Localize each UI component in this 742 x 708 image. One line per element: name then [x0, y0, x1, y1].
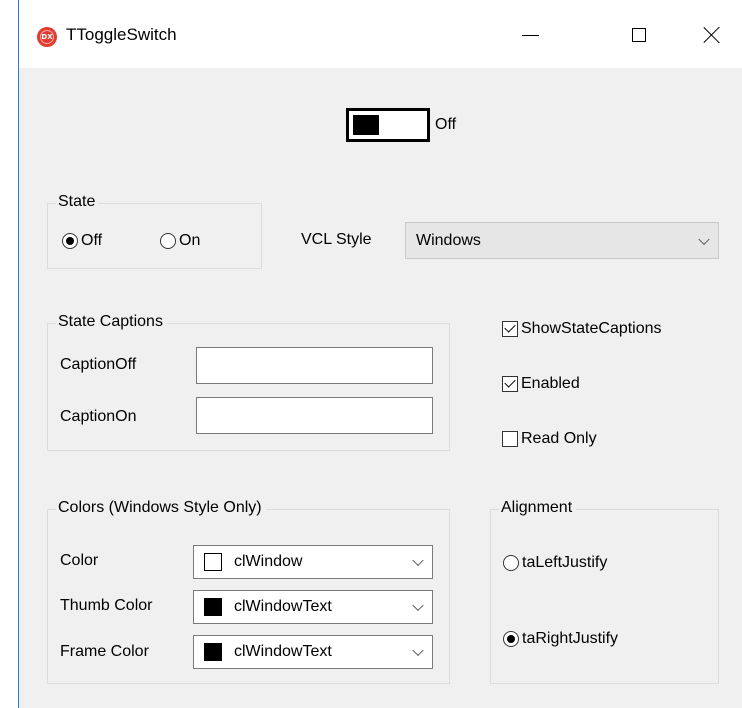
thumb-color-label: Thumb Color — [60, 597, 153, 614]
app-logo-icon[interactable]: DX — [37, 27, 57, 47]
vcl-style-value: Windows — [416, 231, 481, 249]
maximize-button[interactable] — [616, 18, 662, 52]
caption-off-label: CaptionOff — [60, 356, 137, 373]
state-captions-title: State Captions — [56, 313, 167, 331]
vcl-style-select[interactable]: Windows — [405, 222, 719, 259]
state-on-label: On — [179, 232, 201, 249]
caption-on-input[interactable] — [196, 397, 433, 434]
checkbox-checked-icon — [502, 376, 518, 392]
minimize-icon — [521, 34, 539, 36]
frame-color-select[interactable]: clWindowText — [193, 635, 433, 669]
read-only-checkbox[interactable]: Read Only — [502, 430, 597, 448]
frame-color-label: Frame Color — [60, 643, 149, 660]
thumb-color-select[interactable]: clWindowText — [193, 590, 433, 624]
show-state-captions-checkbox[interactable]: ShowStateCaptions — [502, 320, 662, 338]
app-logo-text: DX — [41, 33, 53, 41]
color-swatch — [204, 553, 222, 571]
align-left-label: taLeftJustify — [522, 554, 608, 571]
state-group-title: State — [56, 193, 100, 211]
colors-group: Colors (Windows Style Only) Color clWind… — [47, 499, 450, 684]
caption-on-label: CaptionOn — [60, 408, 137, 425]
state-off-radio[interactable]: Off — [62, 232, 102, 250]
title-bar[interactable]: DX TToggleSwitch — [19, 0, 742, 68]
toggle-switch[interactable] — [346, 108, 430, 142]
frame-color-value: clWindowText — [234, 643, 332, 660]
vcl-style-label: VCL Style — [301, 231, 372, 248]
thumb-color-swatch — [204, 598, 222, 616]
alignment-group-title: Alignment — [499, 499, 577, 517]
app-window: DX TToggleSwitch Off State Off On VCL St… — [18, 0, 742, 708]
align-left-radio[interactable]: taLeftJustify — [503, 554, 607, 572]
toggle-state-caption: Off — [435, 116, 457, 133]
colors-group-title: Colors (Windows Style Only) — [56, 499, 266, 517]
state-off-label: Off — [81, 232, 103, 249]
radio-selected-icon — [503, 631, 519, 647]
minimize-button[interactable] — [507, 18, 553, 52]
toggle-thumb[interactable] — [353, 115, 379, 135]
window-title: TToggleSwitch — [66, 25, 177, 44]
show-state-captions-label: ShowStateCaptions — [521, 320, 662, 337]
close-icon — [703, 26, 721, 44]
align-right-radio[interactable]: taRightJustify — [503, 630, 618, 648]
maximize-icon — [632, 28, 646, 42]
enabled-checkbox[interactable]: Enabled — [502, 375, 580, 393]
state-group: State Off On — [47, 193, 262, 269]
align-right-label: taRightJustify — [522, 630, 619, 647]
alignment-group: Alignment taLeftJustify taRightJustify — [490, 499, 719, 684]
caption-off-input[interactable] — [196, 347, 433, 384]
thumb-color-value: clWindowText — [234, 598, 332, 615]
color-select[interactable]: clWindow — [193, 545, 433, 579]
chevron-down-icon — [698, 233, 710, 245]
state-captions-group: State Captions CaptionOff CaptionOn — [47, 313, 450, 451]
checkbox-unchecked-icon — [502, 431, 518, 447]
chevron-down-icon — [412, 599, 424, 612]
checkbox-checked-icon — [502, 321, 518, 337]
chevron-down-icon — [412, 644, 424, 657]
color-label: Color — [60, 552, 99, 569]
color-value: clWindow — [234, 553, 303, 570]
frame-color-swatch — [204, 643, 222, 661]
read-only-label: Read Only — [521, 430, 597, 447]
chevron-down-icon — [412, 554, 424, 567]
state-on-radio[interactable]: On — [160, 232, 200, 250]
enabled-label: Enabled — [521, 375, 580, 392]
radio-unselected-icon — [160, 233, 176, 249]
radio-unselected-icon — [503, 555, 519, 571]
radio-selected-icon — [62, 233, 78, 249]
close-button[interactable] — [689, 18, 735, 52]
